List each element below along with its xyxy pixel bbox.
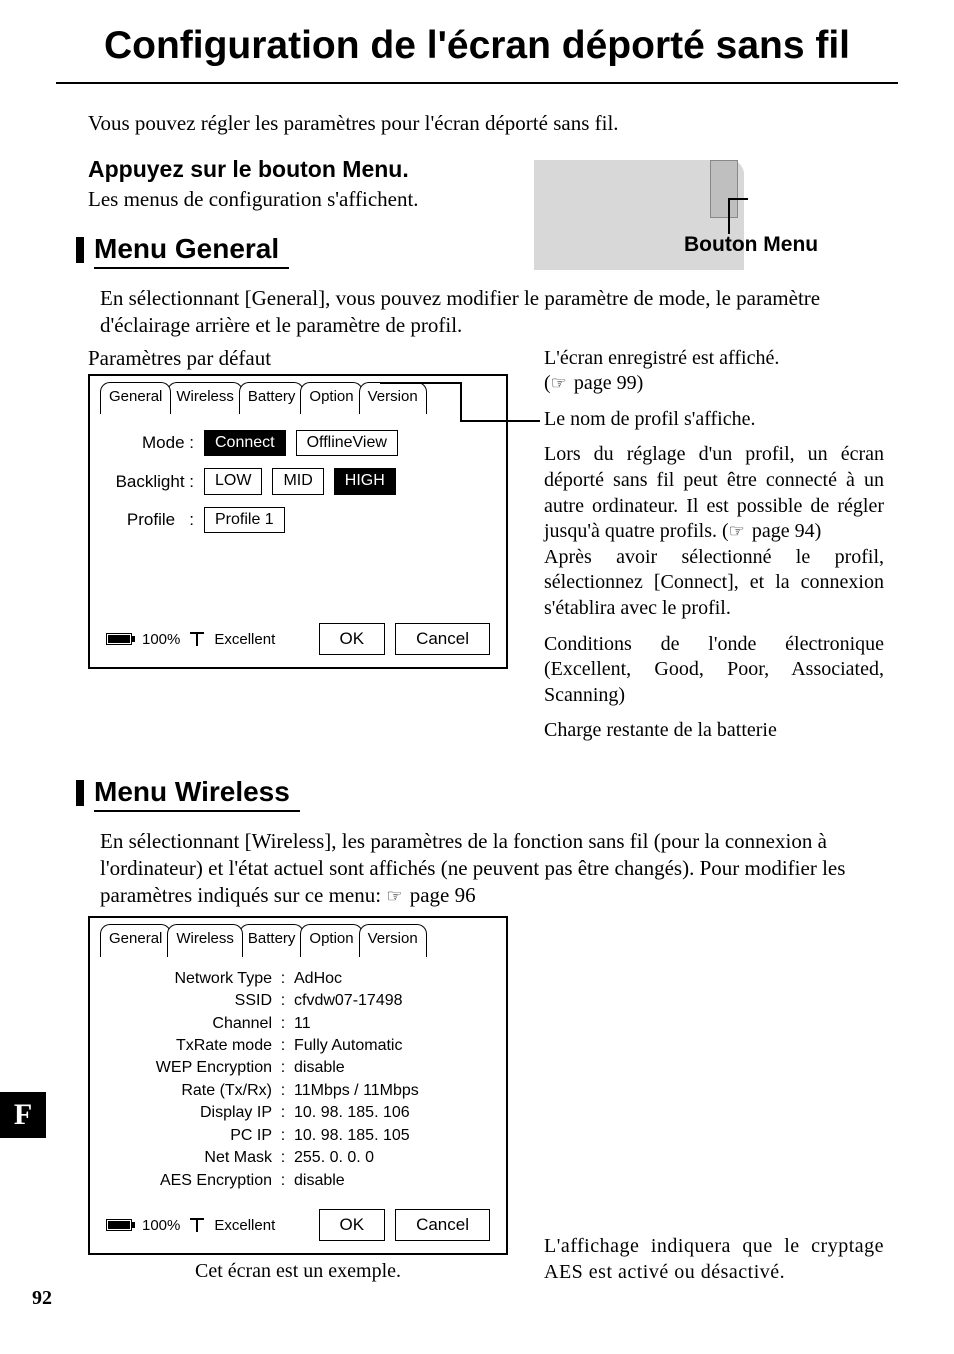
pointer-icon (386, 883, 404, 907)
tab-version[interactable]: Version (359, 382, 427, 414)
wireless-caption: Cet écran est un exemple. (88, 1259, 508, 1285)
tab-bar: General Wireless Battery Option Version (90, 918, 506, 956)
section-bar-icon (76, 780, 84, 806)
tab-option[interactable]: Option (300, 924, 362, 956)
info-row: TxRate mode:Fully Automatic (108, 1036, 488, 1056)
info-key: TxRate mode (108, 1036, 276, 1056)
info-row: Net Mask:255. 0. 0. 0 (108, 1148, 488, 1168)
backlight-label: Backlight : (108, 471, 194, 493)
info-row: Channel:11 (108, 1014, 488, 1034)
info-key: SSID (108, 991, 276, 1011)
info-key: AES Encryption (108, 1171, 276, 1191)
battery-percent: 100% (142, 1216, 180, 1235)
mode-offline-button[interactable]: OfflineView (296, 430, 398, 456)
info-row: WEP Encryption:disable (108, 1058, 488, 1078)
language-tab: F (0, 1092, 46, 1138)
info-row: Display IP: 10. 98. 185. 106 (108, 1103, 488, 1123)
info-key: PC IP (108, 1126, 276, 1146)
section-heading-wireless: Menu Wireless (94, 774, 300, 812)
tab-wireless[interactable]: Wireless (167, 382, 243, 414)
info-key: Display IP (108, 1103, 276, 1123)
signal-icon (190, 1218, 204, 1232)
info-row: Rate (Tx/Rx):11Mbps / 11Mbps (108, 1081, 488, 1101)
backlight-low-button[interactable]: LOW (204, 468, 262, 494)
wireless-panel: General Wireless Battery Option Version … (88, 916, 508, 1255)
mode-connect-button[interactable]: Connect (204, 430, 286, 456)
info-row: AES Encryption:disable (108, 1171, 488, 1191)
info-value: 255. 0. 0. 0 (290, 1148, 488, 1168)
cancel-button[interactable]: Cancel (395, 1209, 490, 1241)
pointer-icon (729, 520, 747, 542)
signal-status: Excellent (214, 630, 275, 649)
general-para: En sélectionnant [General], vous pouvez … (100, 285, 898, 339)
section-bar-icon (76, 237, 84, 263)
backlight-mid-button[interactable]: MID (272, 468, 323, 494)
ok-button[interactable]: OK (319, 623, 386, 655)
info-row: Network Type:AdHoc (108, 969, 488, 989)
info-value: disable (290, 1171, 488, 1191)
page-number: 92 (32, 1287, 52, 1310)
wireless-para: En sélectionnant [Wireless], les paramèt… (100, 828, 898, 909)
info-value: cfvdw07-17498 (290, 991, 488, 1011)
tab-wireless[interactable]: Wireless (167, 924, 243, 956)
profile-select[interactable]: Profile 1 (204, 507, 285, 533)
signal-icon (190, 632, 204, 646)
info-row: SSID:cfvdw07-17498 (108, 991, 488, 1011)
button-menu-label: Bouton Menu (684, 232, 818, 259)
tab-general[interactable]: General (100, 382, 171, 414)
mode-label: Mode : (108, 432, 194, 454)
tab-general[interactable]: General (100, 924, 171, 956)
signal-status: Excellent (214, 1216, 275, 1235)
tab-option[interactable]: Option (300, 382, 362, 414)
page-title: Configuration de l'écran déporté sans fi… (0, 24, 954, 68)
backlight-high-button[interactable]: HIGH (334, 468, 396, 494)
ok-button[interactable]: OK (319, 1209, 386, 1241)
info-key: Rate (Tx/Rx) (108, 1081, 276, 1101)
section-heading-general: Menu General (94, 231, 289, 269)
info-value: 11 (290, 1014, 488, 1034)
tab-battery[interactable]: Battery (239, 924, 305, 956)
info-value: Fully Automatic (290, 1036, 488, 1056)
info-key: Channel (108, 1014, 276, 1034)
intro-text: Vous pouvez régler les paramètres pour l… (88, 110, 898, 137)
info-key: Network Type (108, 969, 276, 989)
info-value: 10. 98. 185. 105 (290, 1126, 488, 1146)
info-value: 11Mbps / 11Mbps (290, 1081, 488, 1101)
aes-note: L'affichage indiquera que le cryptage AE… (544, 1233, 884, 1285)
pointer-icon (551, 372, 569, 394)
tab-version[interactable]: Version (359, 924, 427, 956)
profile-label: Profile : (108, 509, 194, 531)
info-value: disable (290, 1058, 488, 1078)
battery-percent: 100% (142, 630, 180, 649)
info-value: 10. 98. 185. 106 (290, 1103, 488, 1123)
info-key: WEP Encryption (108, 1058, 276, 1078)
info-key: Net Mask (108, 1148, 276, 1168)
cancel-button[interactable]: Cancel (395, 623, 490, 655)
tab-battery[interactable]: Battery (239, 382, 305, 414)
battery-icon (106, 633, 132, 645)
info-value: AdHoc (290, 969, 488, 989)
general-callouts: L'écran enregistré est affiché.( page 99… (544, 346, 884, 754)
general-panel: General Wireless Battery Option Version … (88, 374, 508, 669)
battery-icon (106, 1219, 132, 1231)
info-row: PC IP: 10. 98. 185. 105 (108, 1126, 488, 1146)
device-diagram: Bouton Menu (534, 160, 834, 280)
